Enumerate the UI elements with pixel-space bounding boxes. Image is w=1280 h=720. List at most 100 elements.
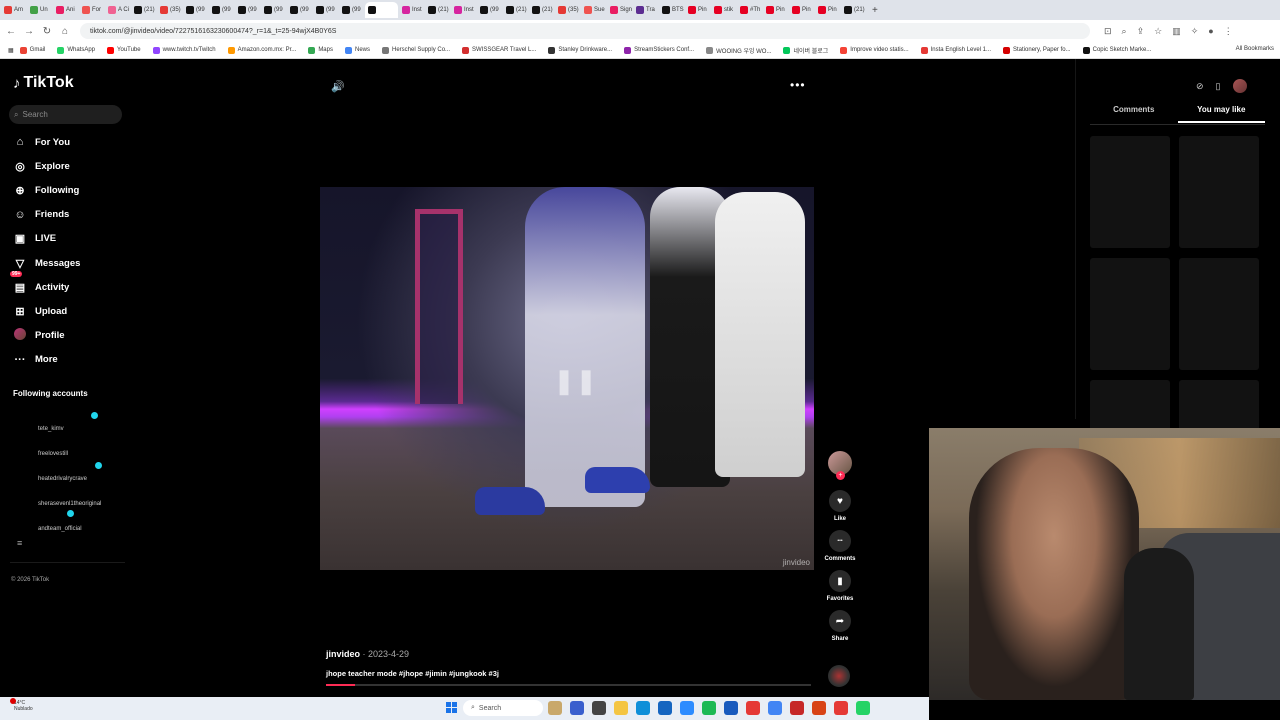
browser-tab[interactable]: (99: [477, 2, 502, 18]
taskbar-search[interactable]: ⌕ Search: [463, 700, 543, 716]
sidebar-item-live[interactable]: ▣ LIVE: [13, 227, 80, 251]
widgets-icon[interactable]: [548, 701, 562, 715]
pause-icon[interactable]: ❚❚: [554, 367, 598, 396]
video-thumbnail[interactable]: [1179, 136, 1259, 248]
bookmark[interactable]: Herschel Supply Co...: [382, 46, 450, 55]
see-more-icon[interactable]: ≡: [17, 538, 22, 548]
sidebar-item-messages[interactable]: ▽ Messages: [13, 251, 81, 275]
bookmark[interactable]: SWISSGEAR Travel L...: [462, 46, 536, 55]
compass-small-icon[interactable]: ⊘: [1196, 81, 1204, 92]
browser-tab[interactable]: Pin: [815, 2, 840, 18]
video-progress-bar[interactable]: [326, 684, 811, 686]
acrobat-icon[interactable]: [790, 701, 804, 715]
sidebar-item-following[interactable]: ⊕ Following: [13, 178, 80, 202]
video-author[interactable]: jinvideo · 2023-4-29: [326, 649, 409, 659]
browser-tab[interactable]: BTS: [659, 2, 684, 18]
tiktok-logo[interactable]: ♪ TikTok: [13, 74, 74, 92]
more-options-icon[interactable]: •••: [790, 78, 806, 92]
device-icon[interactable]: ▯: [1216, 81, 1221, 92]
video-thumbnail[interactable]: [1179, 258, 1259, 370]
windows-start-icon[interactable]: [446, 702, 457, 713]
browser-tab[interactable]: stik: [711, 2, 736, 18]
chrome-icon[interactable]: [746, 701, 760, 715]
browser-tab[interactable]: (21): [131, 2, 156, 18]
browser-tab[interactable]: (99: [287, 2, 312, 18]
bookmark[interactable]: Stanley Drinkware...: [548, 46, 612, 55]
extension-icon[interactable]: ▥: [1172, 26, 1181, 37]
browser-tab[interactable]: (99: [235, 2, 260, 18]
browser-tab[interactable]: Pin: [789, 2, 814, 18]
browser-tab[interactable]: Tra: [633, 2, 658, 18]
volume-icon[interactable]: 🔊: [331, 80, 345, 93]
share-action[interactable]: ➦ Share: [826, 610, 854, 642]
file-explorer-icon[interactable]: [614, 701, 628, 715]
browser-tab[interactable]: Un: [27, 2, 52, 18]
video-player[interactable]: ❚❚ jinvideo: [320, 187, 814, 570]
search-input[interactable]: ⌕ Search: [9, 105, 122, 124]
follow-plus-icon[interactable]: +: [836, 471, 845, 480]
sidebar-item-more[interactable]: ··· More: [13, 348, 80, 372]
music-disc-icon[interactable]: [828, 665, 850, 687]
app-icon[interactable]: [812, 701, 826, 715]
reload-icon[interactable]: ↻: [40, 26, 54, 37]
sidebar-item-for-you[interactable]: ⌂ For You: [13, 130, 80, 154]
browser-tab[interactable]: (21): [529, 2, 554, 18]
browser-tab[interactable]: Pin: [685, 2, 710, 18]
comments-action[interactable]: ••• Comments: [825, 530, 856, 562]
bookmark[interactable]: Improve video statis...: [840, 46, 909, 55]
browser-tab[interactable]: (35): [555, 2, 580, 18]
zoom-icon[interactable]: ⌕: [1122, 26, 1127, 37]
video-thumbnail[interactable]: [1090, 258, 1170, 370]
browser-tab[interactable]: Am: [1, 2, 26, 18]
bookmark[interactable]: WOOING 우잉 WO...: [706, 46, 771, 55]
bookmark[interactable]: News: [344, 46, 370, 55]
sidebar-item-explore[interactable]: ◎ Explore: [13, 154, 80, 178]
following-account[interactable]: andteam_official: [13, 510, 101, 541]
sidebar-item-profile[interactable]: Profile: [13, 324, 80, 348]
bookmark[interactable]: 네이버 블로그: [783, 46, 828, 55]
tab-you-may-like[interactable]: You may like: [1177, 105, 1265, 123]
zoom-app-icon[interactable]: [680, 701, 694, 715]
browser-tab[interactable]: Ani: [53, 2, 78, 18]
menu-icon[interactable]: ⋮: [1224, 26, 1233, 37]
browser-tab[interactable]: (21): [425, 2, 450, 18]
favorites-action[interactable]: ▮ Favorites: [826, 570, 854, 602]
weather-widget[interactable]: 14°C Nublado: [10, 698, 33, 712]
browser-tab[interactable]: (21): [503, 2, 528, 18]
bookmark[interactable]: StreamStickers Conf...: [624, 46, 694, 55]
following-account[interactable]: freelovestill: [13, 441, 101, 466]
spotify-icon[interactable]: [702, 701, 716, 715]
browser-tab[interactable]: (99: [261, 2, 286, 18]
word-icon[interactable]: [724, 701, 738, 715]
browser-tab[interactable]: (99: [339, 2, 364, 18]
browser-tab[interactable]: #Th: [737, 2, 762, 18]
back-icon[interactable]: ←: [4, 26, 18, 37]
app-icon[interactable]: [834, 701, 848, 715]
tab-comments[interactable]: Comments: [1090, 105, 1178, 123]
following-account[interactable]: tete_kimv: [13, 412, 101, 441]
browser-tab[interactable]: (99: [183, 2, 208, 18]
bookmark[interactable]: Copic Sketch Marke...: [1082, 46, 1151, 55]
bookmark[interactable]: Gmail: [19, 46, 45, 55]
browser-tab[interactable]: (99: [209, 2, 234, 18]
copilot-icon[interactable]: [570, 701, 584, 715]
sidebar-item-friends[interactable]: ☺ Friends: [13, 203, 80, 227]
home-browser-icon[interactable]: ⌂: [58, 26, 72, 37]
sidebar-item-activity[interactable]: 99+ ▤ Activity: [10, 271, 80, 299]
browser-tab[interactable]: A Ci: [105, 2, 130, 18]
browser-tab[interactable]: (99: [313, 2, 338, 18]
star-icon[interactable]: ☆: [1154, 26, 1162, 37]
bookmark[interactable]: WhatsApp: [57, 46, 95, 55]
browser-tab[interactable]: Inst: [451, 2, 476, 18]
sidebar-item-upload[interactable]: ⊞ Upload: [13, 299, 80, 323]
bookmark[interactable]: Maps: [308, 46, 333, 55]
bookmark[interactable]: Amazon.com.mx: Pr...: [227, 46, 296, 55]
bookmark[interactable]: YouTube: [107, 46, 141, 55]
like-action[interactable]: ♥ Like: [826, 490, 854, 522]
new-tab-button[interactable]: +: [872, 5, 878, 16]
share-page-icon[interactable]: ⇪: [1137, 26, 1145, 37]
bookmark[interactable]: Stationery, Paper fo...: [1003, 46, 1071, 55]
whatsapp-icon[interactable]: [856, 701, 870, 715]
task-view-icon[interactable]: [592, 701, 606, 715]
bookmark[interactable]: Insta English Level 1...: [920, 46, 991, 55]
